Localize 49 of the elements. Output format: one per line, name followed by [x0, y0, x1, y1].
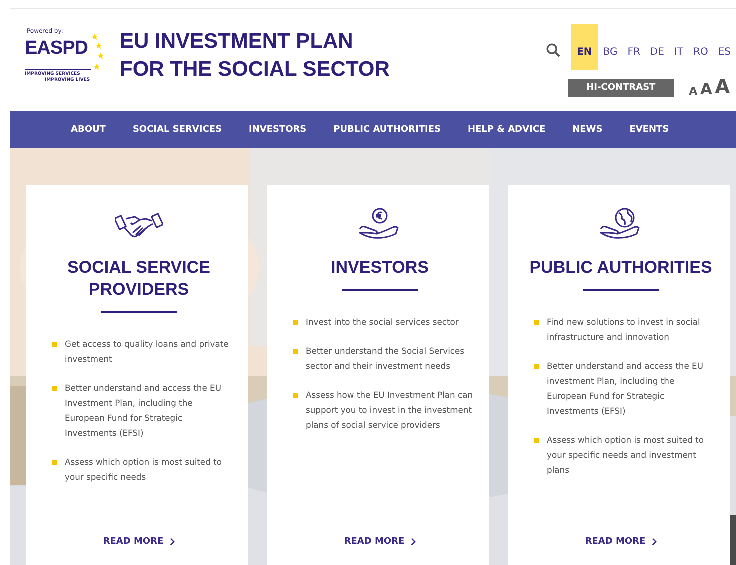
nav-link[interactable]: NEWS	[572, 124, 603, 134]
bullet-icon	[52, 386, 57, 391]
font-size-link[interactable]: A	[715, 78, 730, 97]
logo-wordmark[interactable]: EASPD	[25, 38, 88, 60]
bullet-text: Better understand and access the EU Investment Plan, including the European Fund for Strategic Investments (EFSI)	[65, 382, 222, 440]
bullet-text: Assess which option is most suited to your specific needs	[65, 456, 223, 484]
bullet-text: Assess how the EU Investment Plan can support you to invest in the investment plans of social service providers	[306, 389, 474, 432]
language-link[interactable]: IT	[669, 24, 688, 70]
read-more-link[interactable]: READ MORE	[585, 537, 657, 547]
language-link[interactable]: EN	[571, 24, 598, 70]
bullet-icon	[52, 342, 57, 347]
bullet-icon	[293, 320, 298, 325]
nav-link[interactable]: SOCIAL SERVICES	[132, 124, 222, 134]
card-title: PUBLIC AUTHORITIES	[528, 257, 714, 279]
bullet-text: Assess which option is most suited to your specific needs and investment plans	[547, 434, 705, 477]
bullet-text: Get access to quality loans and private investment	[65, 338, 230, 366]
bullet-icon	[293, 349, 298, 354]
hi-contrast-button[interactable]: HI-CONTRAST	[568, 79, 674, 97]
read-more-link[interactable]: READ MORE	[344, 537, 416, 547]
chevron-icon	[410, 538, 416, 546]
bullet-icon	[52, 460, 57, 465]
bullet-text: Invest into the social services sector	[306, 316, 459, 329]
language-link[interactable]: ES	[713, 24, 736, 70]
nav-link[interactable]: PUBLIC AUTHORITIES	[334, 124, 441, 134]
bullet-icon	[293, 393, 298, 398]
bullet-icon	[534, 438, 539, 443]
font-size-link[interactable]: A	[700, 82, 712, 97]
language-link[interactable]: BG	[598, 24, 623, 70]
card-title: SOCIAL SERVICE PROVIDERS	[66, 257, 212, 301]
chevron-icon	[652, 538, 657, 546]
card-title: INVESTORS	[330, 257, 430, 279]
site-title: FOR THE SOCIAL SECTOR	[120, 57, 390, 83]
language-link[interactable]: DE	[645, 24, 670, 70]
chevron-icon	[170, 538, 175, 546]
search-icon[interactable]	[546, 42, 562, 58]
read-more-link[interactable]: READ MORE	[103, 537, 175, 547]
nav-link[interactable]: EVENTS	[630, 124, 670, 134]
bullet-icon	[534, 320, 539, 325]
font-size-link[interactable]: A	[689, 86, 698, 97]
bullet-text: Better understand the Social Services sector and their investment needs	[306, 345, 466, 373]
language-link[interactable]: RO	[688, 24, 714, 70]
nav-link[interactable]: INVESTORS	[248, 124, 307, 134]
nav-link[interactable]: ABOUT	[71, 124, 106, 134]
nav-link[interactable]: HELP & ADVICE	[468, 124, 546, 134]
site-title: EU INVESTMENT PLAN	[120, 29, 354, 55]
bullet-text: Find new solutions to invest in social infrastructure and innovation	[547, 316, 702, 344]
bullet-icon	[534, 364, 539, 369]
language-link[interactable]: FR	[622, 24, 646, 70]
bullet-text: Better understand and access the EU investment Plan, including the European Fund for Strategic Investments (EFSI)	[547, 360, 704, 418]
